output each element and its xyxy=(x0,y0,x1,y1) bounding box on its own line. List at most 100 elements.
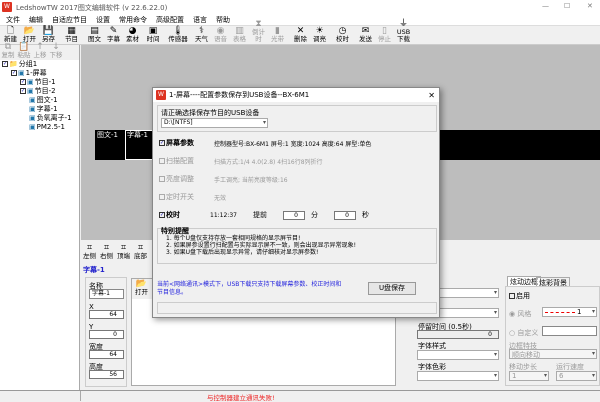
scan-config-checkbox[interactable]: 扫描配置 xyxy=(159,156,194,166)
app-logo: W xyxy=(2,2,12,12)
tree-icon: ▣ xyxy=(29,114,36,122)
maximize-button[interactable]: ☐ xyxy=(564,2,570,10)
menu-item[interactable]: 文件 xyxy=(6,15,20,25)
align-label: 左侧 xyxy=(83,252,96,260)
step-select[interactable]: 1 xyxy=(509,371,549,381)
dialog-close-button[interactable]: ✕ xyxy=(428,91,435,100)
align-label: 底部 xyxy=(134,252,147,260)
toolbar-button-image-text[interactable]: ▤ 图文 xyxy=(85,26,104,44)
stay-time-stepper[interactable]: 0 xyxy=(417,330,499,339)
toolbar-button-brightness[interactable]: ☀ 调亮 xyxy=(310,26,329,44)
close-button[interactable]: ✕ xyxy=(587,2,593,10)
brightness-checkbox[interactable]: 亮度调整 xyxy=(159,174,194,184)
menu-item[interactable]: 高级配置 xyxy=(156,15,184,25)
toolbar-button-clock[interactable]: ▣ 时间 xyxy=(142,26,164,44)
toolbar-button-light-band[interactable]: ▮ 光带 xyxy=(268,26,287,44)
enable-checkbox[interactable]: 启用 xyxy=(509,291,530,301)
toolbar-button-stop[interactable]: ▯ 停止 xyxy=(375,26,394,44)
align-button[interactable]: ⌗ 右侧 xyxy=(98,243,115,261)
border-style-select[interactable]: 1 xyxy=(542,307,597,317)
align-button[interactable]: ⌗ 顶端 xyxy=(115,243,132,261)
usb-save-dialog: W 1-屏幕----配置参数保存到USB设备--BX-6M1 ✕ 请正确选择保存… xyxy=(152,87,440,318)
toolbar-label: 发送 xyxy=(359,35,372,43)
y-stepper[interactable]: 0 xyxy=(89,330,124,339)
minutes-stepper[interactable]: 0 xyxy=(282,210,305,220)
toolbar-button-program[interactable]: ▦ 节目 xyxy=(62,26,81,44)
custom-label: 自定义 xyxy=(517,329,539,337)
tree-item[interactable]: ✓ ▣1-屏幕 xyxy=(0,69,79,78)
menu-item[interactable]: 帮助 xyxy=(216,15,230,25)
tree-item[interactable]: ✓ 📁分组1 xyxy=(0,60,79,69)
name-input[interactable]: 字幕-1 xyxy=(89,289,124,299)
toolbar-button-subtitle[interactable]: ✎ 字幕 xyxy=(104,26,123,44)
border-group: 启用 ◉ 风格 1 ○ 自定义 边框特技 顺向移动 移动步长 运行速度 1 6 xyxy=(505,286,600,386)
menu-item[interactable]: 设置 xyxy=(96,15,110,25)
align-label: 右侧 xyxy=(100,252,113,260)
tree-item[interactable]: ▣PM2.5-1 xyxy=(0,123,79,132)
tree-item[interactable]: ✓ ▣节目-2 xyxy=(0,87,79,96)
tree-item[interactable]: ▣图文-1 xyxy=(0,96,79,105)
x-stepper[interactable]: 64 xyxy=(89,310,124,319)
font-style-select[interactable] xyxy=(417,350,499,360)
toolbar-button-usb[interactable]: ⏚ USB下载 xyxy=(394,19,413,44)
toolbar2-button[interactable]: ⧉ 复制 xyxy=(0,42,16,60)
tree-item[interactable]: ▣负氧离子-1 xyxy=(0,114,79,123)
height-stepper[interactable]: 56 xyxy=(89,370,124,379)
toolbar-button-material[interactable]: ◕ 素材 xyxy=(123,26,142,44)
window-title: LedshowTW 2017图文编辑软件 (v 22.6.22.0) xyxy=(16,4,168,12)
edit-toolbar: ⧉ 复制 📋 粘贴 ↑ 上移 ↓ 下移 xyxy=(0,42,79,60)
tree-item[interactable]: ▣字幕-1 xyxy=(0,105,79,114)
menu-item[interactable]: 编辑 xyxy=(29,15,43,25)
usb-save-button[interactable]: U盘保存 xyxy=(368,282,416,295)
toolbar-button-send[interactable]: ✉ 发送 xyxy=(356,26,375,44)
toolbar-label: 表格 xyxy=(233,35,246,43)
time-sync-label: 校时 xyxy=(166,211,180,219)
toolbar-label: 倒计时 xyxy=(252,28,265,43)
menu-item[interactable]: 语言 xyxy=(193,15,207,25)
tree-icon: ▣ xyxy=(29,96,36,104)
time-sync-checkbox[interactable]: ✓ 校时 xyxy=(159,210,180,220)
menu-item[interactable]: 自适应节目 xyxy=(52,15,87,25)
timer-switch-value: 无效 xyxy=(214,194,227,202)
screen-params-label: 屏幕参数 xyxy=(166,139,194,147)
usb-label: 请正确选择保存节目的USB设备 xyxy=(161,109,260,117)
custom-border-input[interactable] xyxy=(542,326,597,336)
checkbox[interactable]: ✓ xyxy=(20,79,26,85)
toolbar-button-time-sync[interactable]: ◷ 校时 xyxy=(333,26,352,44)
width-stepper[interactable]: 64 xyxy=(89,350,124,359)
usb-device-select[interactable]: D:\[NTFS] xyxy=(161,118,268,128)
checkbox[interactable]: ✓ xyxy=(20,88,26,94)
toolbar2-button[interactable]: ↓ 下移 xyxy=(48,42,64,60)
style-radio[interactable]: ◉ 风格 xyxy=(509,309,531,319)
checkbox[interactable]: ✓ xyxy=(2,61,8,67)
custom-radio[interactable]: ○ 自定义 xyxy=(509,328,538,338)
font-color-select[interactable] xyxy=(417,371,499,381)
timer-switch-checkbox[interactable]: 定时开关 xyxy=(159,192,194,202)
toolbar-button-table[interactable]: ▥ 表格 xyxy=(230,26,249,44)
screen-params-checkbox[interactable]: ✓ 屏幕参数 xyxy=(159,138,194,148)
screen-params-value: 控制器型号:BX-6M1 屏号:1 宽度:1024 高度:64 屏型:单色 xyxy=(214,140,372,148)
menu-item[interactable]: 常用命令 xyxy=(119,15,147,25)
seconds-stepper[interactable]: 0 xyxy=(333,210,356,220)
checkbox[interactable]: ✓ xyxy=(11,70,17,76)
border-feature-select[interactable]: 顺向移动 xyxy=(509,349,597,359)
area-label-1[interactable]: 图文-1 xyxy=(97,130,118,140)
editor-button[interactable]: 📂 打开 xyxy=(132,279,151,299)
tree-item[interactable]: ✓ ▣节目-1 xyxy=(0,78,79,87)
dialog-status-bar xyxy=(157,302,437,314)
toolbar-label: 素材 xyxy=(126,35,139,43)
toolbar-button-voice[interactable]: ◉ 语音 xyxy=(211,26,230,44)
speed-select[interactable]: 6 xyxy=(556,371,597,381)
toolbar2-button[interactable]: ↑ 上移 xyxy=(32,42,48,60)
toolbar-button-countdown[interactable]: ⧗ 倒计时 xyxy=(249,19,268,44)
align-button[interactable]: ⌗ 左侧 xyxy=(81,243,98,261)
align-button[interactable]: ⌗ 底部 xyxy=(132,243,149,261)
minimize-button[interactable]: — xyxy=(542,2,549,10)
tree-icon: ▣ xyxy=(29,105,36,113)
toolbar2-button[interactable]: 📋 粘贴 xyxy=(16,42,32,60)
toolbar-label: USB下载 xyxy=(396,28,411,43)
toolbar-button-sensor[interactable]: 🌡 传感器 xyxy=(164,26,192,44)
toolbar-button-weather[interactable]: ⚕ 天气 xyxy=(192,26,211,44)
toolbar-button-delete[interactable]: ✕ 删除 xyxy=(291,26,310,44)
toolbar-label: 校时 xyxy=(336,35,349,43)
